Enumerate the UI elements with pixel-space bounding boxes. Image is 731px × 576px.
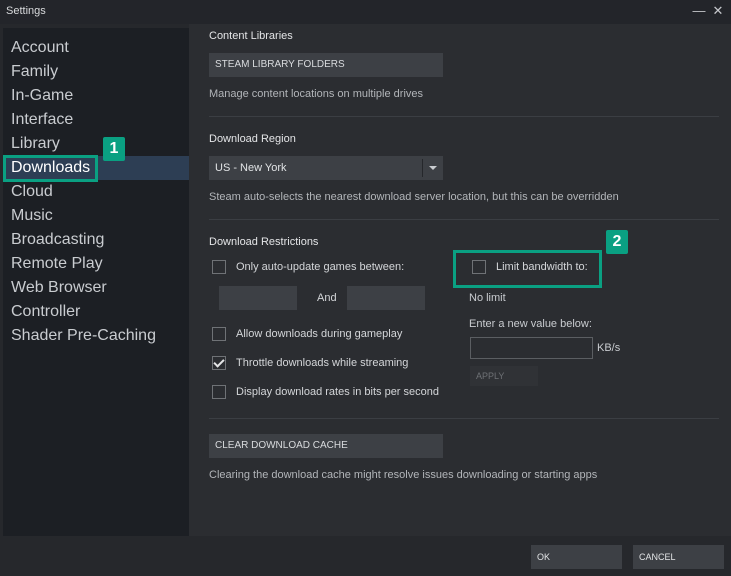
- sidebar-item-music[interactable]: Music: [3, 204, 189, 228]
- section-divider: [209, 219, 719, 220]
- section-divider: [209, 116, 719, 117]
- bits-per-second-checkbox[interactable]: [212, 385, 226, 399]
- title-bar: Settings — ✕: [0, 0, 731, 24]
- sidebar-item-web-browser[interactable]: Web Browser: [3, 276, 189, 300]
- auto-update-label: Only auto-update games between:: [236, 261, 405, 273]
- sidebar-item-interface[interactable]: Interface: [3, 108, 189, 132]
- download-region-select[interactable]: US - New York: [209, 156, 443, 180]
- download-region-title: Download Region: [209, 133, 296, 145]
- sidebar-item-in-game[interactable]: In-Game: [3, 84, 189, 108]
- auto-update-end-time-input[interactable]: [347, 286, 425, 310]
- sidebar-item-library[interactable]: Library: [3, 132, 189, 156]
- sidebar-item-cloud[interactable]: Cloud: [3, 180, 189, 204]
- sidebar-item-account[interactable]: Account: [3, 36, 189, 60]
- annotation-badge-2: 2: [606, 230, 628, 254]
- auto-update-start-time-input[interactable]: [219, 286, 297, 310]
- allow-downloads-gameplay-label: Allow downloads during gameplay: [236, 328, 403, 340]
- clear-download-cache-button[interactable]: CLEAR DOWNLOAD CACHE: [209, 434, 443, 458]
- throttle-streaming-checkbox[interactable]: [212, 356, 226, 370]
- steam-library-folders-button[interactable]: STEAM LIBRARY FOLDERS: [209, 53, 443, 77]
- sidebar-item-remote-play[interactable]: Remote Play: [3, 252, 189, 276]
- download-region-value: US - New York: [215, 162, 287, 174]
- downloads-highlight-box: [3, 155, 98, 182]
- minimize-button[interactable]: —: [692, 3, 706, 19]
- sidebar-item-family[interactable]: Family: [3, 60, 189, 84]
- bandwidth-prompt: Enter a new value below:: [469, 318, 592, 330]
- bandwidth-value-input[interactable]: [470, 337, 593, 359]
- content-libraries-description: Manage content locations on multiple dri…: [209, 88, 424, 100]
- content-libraries-title: Content Libraries: [209, 30, 293, 42]
- bits-per-second-label: Display download rates in bits per secon…: [236, 386, 440, 398]
- chevron-down-icon: [429, 166, 437, 170]
- throttle-streaming-label: Throttle downloads while streaming: [236, 357, 409, 369]
- select-separator: [422, 159, 423, 177]
- ok-button[interactable]: OK: [531, 545, 622, 569]
- sidebar-item-controller[interactable]: Controller: [3, 300, 189, 324]
- download-region-description: Steam auto-selects the nearest download …: [209, 191, 619, 203]
- section-divider: [209, 418, 719, 419]
- auto-update-checkbox[interactable]: [212, 260, 226, 274]
- sidebar-item-broadcasting[interactable]: Broadcasting: [3, 228, 189, 252]
- dialog-footer: OK CANCEL: [0, 536, 731, 576]
- annotation-badge-1: 1: [103, 137, 125, 161]
- bandwidth-highlight-box: [453, 250, 602, 288]
- clear-cache-description: Clearing the download cache might resolv…: [209, 469, 598, 481]
- close-button[interactable]: ✕: [711, 3, 725, 19]
- sidebar-item-shader-pre-caching[interactable]: Shader Pre-Caching: [3, 324, 189, 348]
- and-label: And: [317, 292, 337, 304]
- bandwidth-unit: KB/s: [597, 342, 621, 354]
- cancel-button[interactable]: CANCEL: [633, 545, 724, 569]
- settings-sidebar: Account Family In-Game Interface Library…: [3, 28, 189, 536]
- apply-bandwidth-button[interactable]: APPLY: [470, 366, 538, 386]
- bandwidth-status: No limit: [469, 292, 506, 304]
- download-restrictions-title: Download Restrictions: [209, 236, 319, 248]
- checkmark-icon: [213, 356, 225, 368]
- allow-downloads-gameplay-checkbox[interactable]: [212, 327, 226, 341]
- window-title: Settings: [6, 5, 46, 17]
